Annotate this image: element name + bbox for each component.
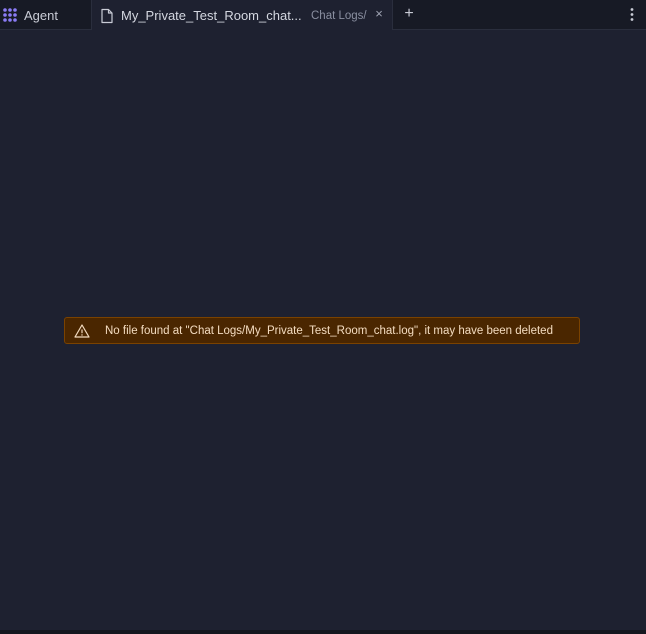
tab-agent-label: Agent bbox=[24, 7, 58, 23]
tab-file-chat-log[interactable]: My_Private_Test_Room_chat... Chat Logs/ … bbox=[92, 0, 393, 31]
tab-close-icon[interactable]: × bbox=[372, 6, 386, 22]
tab-file-path: Chat Logs/ bbox=[311, 9, 367, 22]
new-tab-button[interactable]: + bbox=[401, 5, 417, 23]
tab-bar: Agent My_Private_Test_Room_chat... Chat … bbox=[0, 0, 646, 31]
tab-agent[interactable]: Agent bbox=[0, 0, 92, 30]
tab-file-title: My_Private_Test_Room_chat... bbox=[121, 8, 301, 23]
bottom-edge bbox=[0, 630, 646, 634]
file-not-found-warning: No file found at "Chat Logs/My_Private_T… bbox=[64, 317, 580, 344]
warning-triangle-icon bbox=[74, 323, 90, 339]
more-vertical-icon[interactable] bbox=[624, 6, 640, 24]
file-icon bbox=[100, 8, 114, 24]
agent-grid-icon bbox=[2, 7, 18, 23]
warning-message: No file found at "Chat Logs/My_Private_T… bbox=[105, 324, 553, 337]
